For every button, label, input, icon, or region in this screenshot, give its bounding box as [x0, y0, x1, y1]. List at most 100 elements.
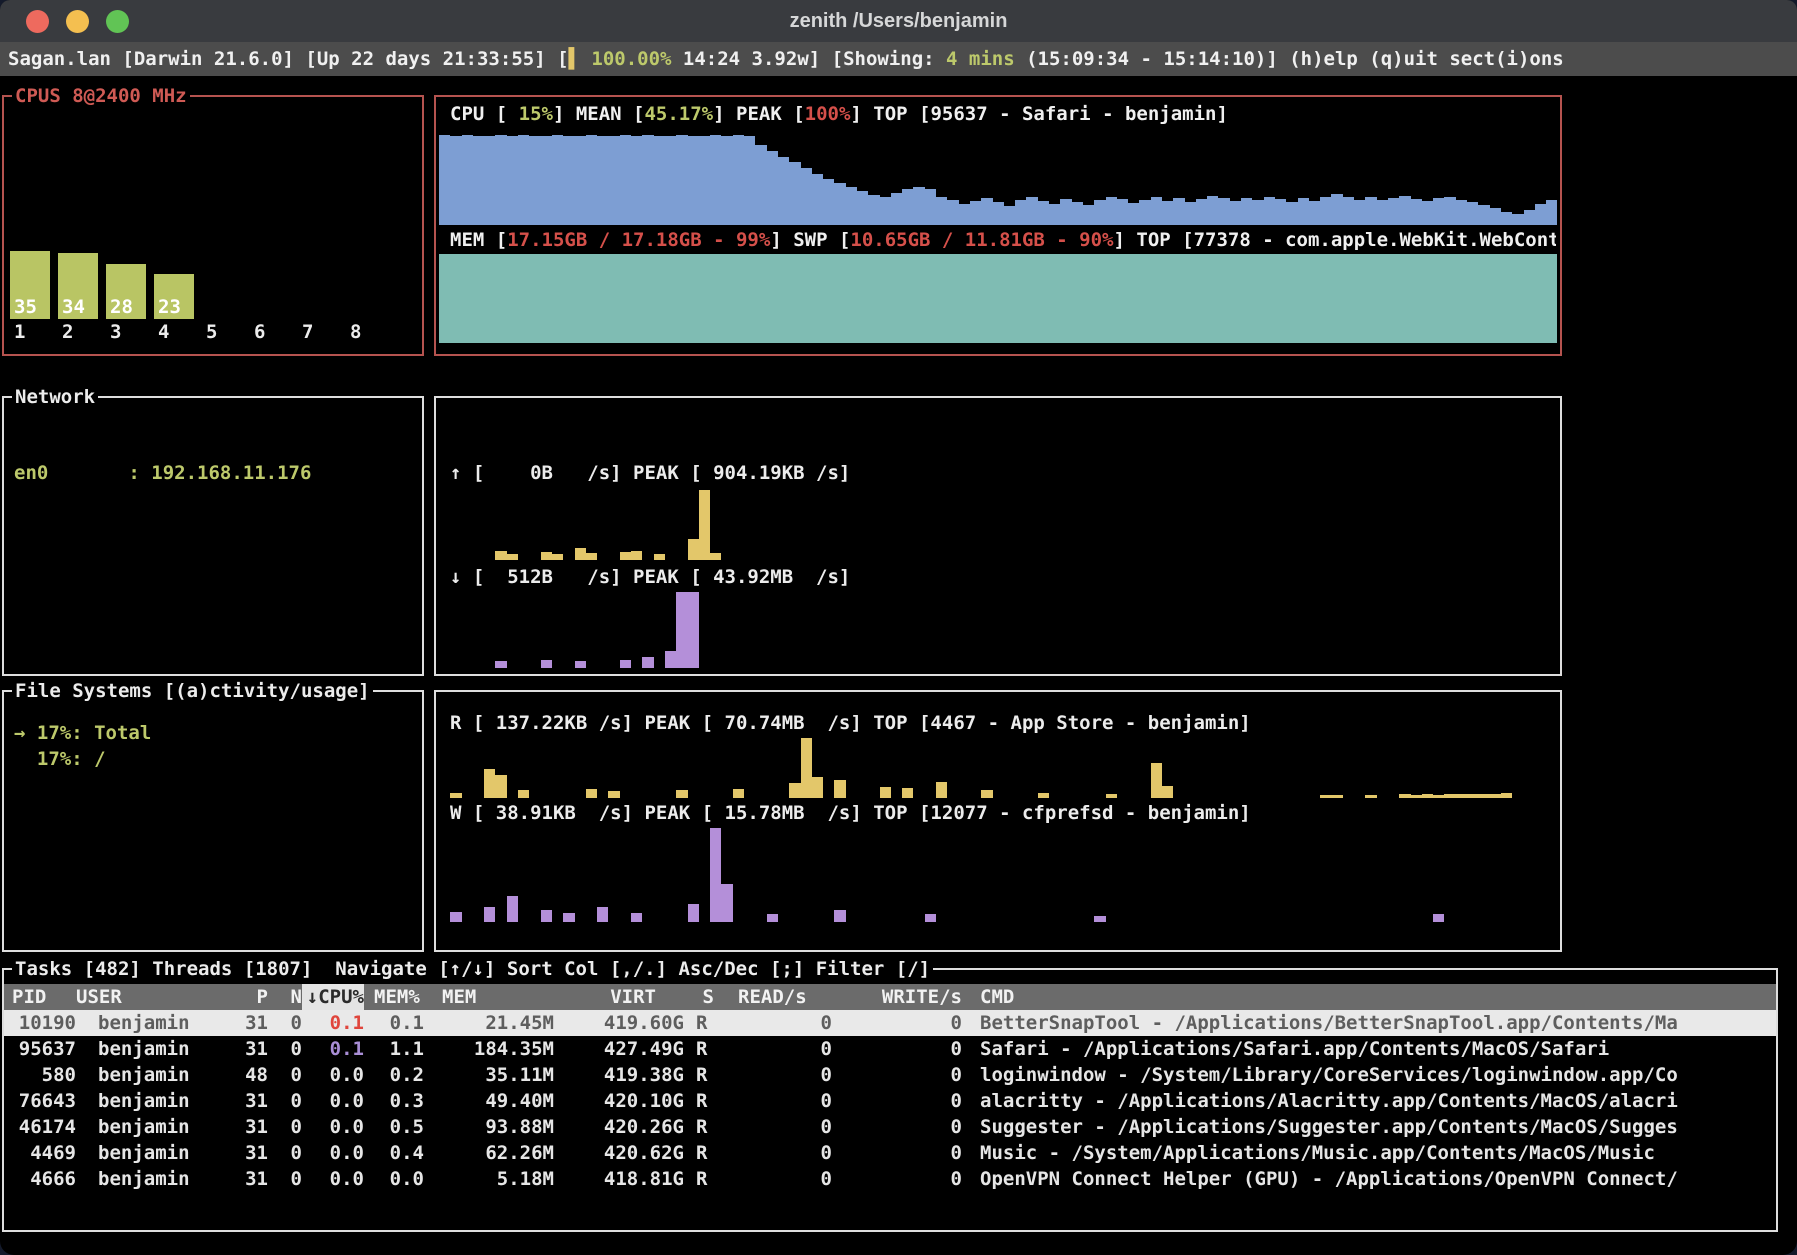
cell-read: 0 — [714, 1010, 832, 1036]
chart-slice — [439, 254, 450, 343]
table-row[interactable]: 95637benjamin3100.11.1184.35M427.49GR00S… — [4, 1036, 1776, 1062]
filesystem-entry-total[interactable]: → 17%: Total — [14, 720, 418, 746]
chart-slice — [688, 904, 699, 922]
chart-slice — [913, 187, 924, 225]
cell-s: R — [684, 1140, 714, 1166]
table-row[interactable]: 580benjamin4800.00.235.11M419.38GR00logi… — [4, 1062, 1776, 1088]
column-header-p[interactable]: P — [226, 984, 268, 1010]
chart-slice — [1128, 203, 1139, 225]
disk-read-chart — [439, 738, 1557, 798]
text-segment: 45.17% — [644, 103, 713, 125]
cell-write: 0 — [832, 1062, 962, 1088]
chart-slice — [1467, 254, 1478, 343]
chart-slice — [880, 254, 891, 343]
mem-summary-line: MEM [17.15GB / 17.18GB - 99%] SWP [10.65… — [450, 227, 1556, 253]
chart-slice — [495, 254, 506, 343]
column-header-n[interactable]: N — [268, 984, 302, 1010]
network-interface[interactable]: en0 : 192.168.11.176 — [14, 460, 418, 486]
chart-slice — [1365, 254, 1376, 343]
chart-slice — [801, 168, 812, 225]
table-row[interactable]: 76643benjamin3100.00.349.40M420.10GR00al… — [4, 1088, 1776, 1114]
chart-slice — [541, 910, 552, 922]
chart-slice — [1320, 197, 1331, 225]
chart-slice — [1162, 786, 1173, 798]
chart-slice — [1422, 254, 1433, 343]
chart-slice — [1094, 200, 1105, 225]
chart-slice — [1196, 254, 1207, 343]
column-header-user[interactable]: USER — [76, 984, 226, 1010]
chart-slice — [812, 174, 823, 225]
chart-slice — [767, 914, 778, 922]
chart-slice — [1377, 200, 1388, 225]
text-segment: ] MEAN [ — [553, 103, 645, 125]
cell-s: R — [684, 1062, 714, 1088]
column-header-reads[interactable]: READ/s — [714, 984, 832, 1010]
chart-slice — [1535, 204, 1546, 225]
task-table-rows: 10190benjamin3100.10.121.45M419.60GR00Be… — [4, 1010, 1776, 1230]
chart-slice — [1422, 201, 1433, 225]
chart-slice — [1038, 793, 1049, 798]
table-row[interactable]: 10190benjamin3100.10.121.45M419.60GR00Be… — [4, 1010, 1776, 1036]
chart-slice — [688, 539, 699, 560]
chart-slice — [608, 136, 619, 225]
chart-slice — [450, 912, 461, 922]
cell-mem: 62.26M — [424, 1140, 554, 1166]
chart-slice — [1106, 254, 1117, 343]
chart-slice — [1241, 254, 1252, 343]
chart-slice — [981, 790, 992, 798]
chart-slice — [834, 780, 845, 798]
cpu-core-value: 28 — [110, 295, 133, 319]
column-header-virt[interactable]: VIRT — [554, 984, 684, 1010]
chart-slice — [823, 254, 834, 343]
chart-slice — [462, 135, 473, 225]
cell-cpu: 0.0 — [302, 1140, 364, 1166]
chart-slice — [902, 189, 913, 225]
cell-write: 0 — [832, 1114, 962, 1140]
cell-read: 0 — [714, 1088, 832, 1114]
terminal-window: zenith /Users/benjamin Sagan.lan [Darwin… — [0, 0, 1797, 1255]
chart-slice — [868, 195, 879, 225]
column-header-cpu[interactable]: ↓CPU% — [302, 984, 364, 1010]
column-header-mem[interactable]: MEM — [424, 984, 554, 1010]
chart-slice — [620, 552, 631, 560]
chart-slice — [484, 254, 495, 343]
chart-slice — [1388, 198, 1399, 225]
column-header-s[interactable]: S — [684, 984, 714, 1010]
chart-slice — [1060, 199, 1071, 225]
filesystem-entry-root[interactable]: 17%: / — [14, 746, 418, 772]
chart-slice — [597, 254, 608, 343]
text-segment: MEM [ — [450, 229, 507, 251]
table-row[interactable]: 46174benjamin3100.00.593.88M420.26GR00Su… — [4, 1114, 1776, 1140]
chart-slice — [507, 136, 518, 225]
column-header-writes[interactable]: WRITE/s — [832, 984, 962, 1010]
chart-slice — [665, 254, 676, 343]
cpu-core-bar: 23 — [154, 274, 194, 319]
column-header-mem[interactable]: MEM% — [364, 984, 424, 1010]
cell-pid: 10190 — [12, 1010, 76, 1036]
table-row[interactable]: 4469benjamin3100.00.462.26M420.62GR00Mus… — [4, 1140, 1776, 1166]
chart-slice — [620, 254, 631, 343]
chart-slice — [733, 789, 744, 798]
cell-cpu: 0.0 — [302, 1088, 364, 1114]
chart-slice — [936, 254, 947, 343]
chart-slice — [721, 884, 732, 922]
column-header-cmd[interactable]: CMD — [962, 984, 1776, 1010]
chart-slice — [462, 254, 473, 343]
cell-pid: 4666 — [12, 1166, 76, 1192]
table-row[interactable]: 4666benjamin3100.00.05.18M418.81GR00Open… — [4, 1166, 1776, 1192]
cell-p: 31 — [226, 1036, 268, 1062]
chart-slice — [1083, 254, 1094, 343]
chart-slice — [586, 135, 597, 225]
chart-slice — [529, 254, 540, 343]
chart-slice — [1490, 254, 1501, 343]
cell-cpu: 0.0 — [302, 1062, 364, 1088]
column-header-pid[interactable]: PID — [12, 984, 76, 1010]
text-segment: 100.00% — [580, 48, 672, 70]
cell-mem_pct: 1.1 — [364, 1036, 424, 1062]
text-segment: ] TOP [77378 - com.apple.WebKit.WebConte… — [1114, 229, 1557, 251]
chart-slice — [1490, 208, 1501, 225]
status-bar: Sagan.lan [Darwin 21.6.0] [Up 22 days 21… — [0, 42, 1797, 76]
cell-mem: 184.35M — [424, 1036, 554, 1062]
titlebar[interactable]: zenith /Users/benjamin — [0, 0, 1797, 43]
cell-cmd: alacritty - /Applications/Alacritty.app/… — [962, 1088, 1776, 1114]
